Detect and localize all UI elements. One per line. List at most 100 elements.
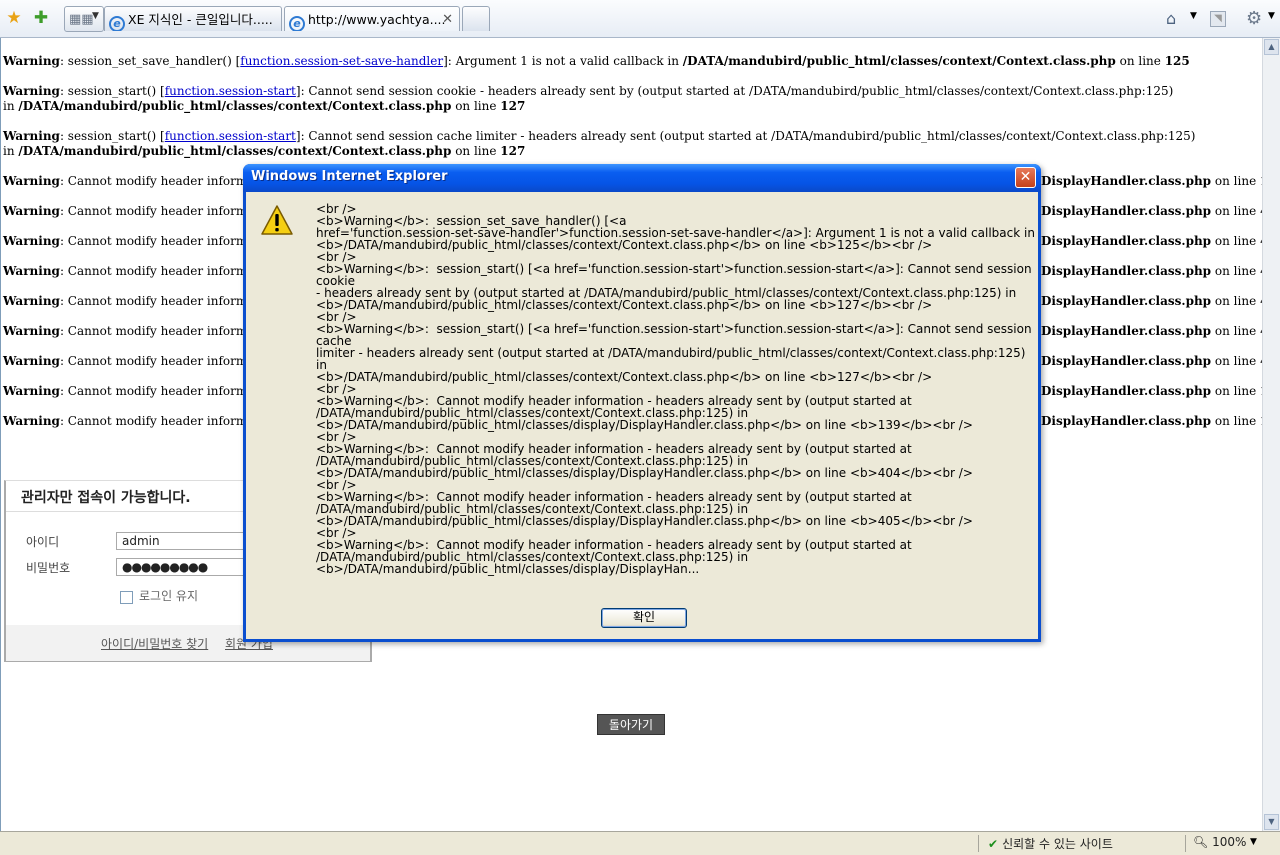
warning-file: DisplayHandler.class.php (1041, 234, 1212, 248)
dialog-titlebar[interactable]: Windows Internet Explorer ✕ (243, 164, 1041, 192)
tab-yachtya[interactable]: e http://www.yachtya.... ✕ (284, 6, 460, 31)
warning-line: 127 (500, 144, 526, 158)
tab-title: XE 지식인 - 큰일입니다..... (128, 12, 273, 27)
warning-label: Warning (3, 324, 60, 338)
warning-text: : session_start() [ (59, 84, 165, 98)
warning-file: DisplayHandler.class.php (1041, 354, 1212, 368)
keep-login-checkbox[interactable] (120, 591, 133, 604)
header-warning-tail: DisplayHandler.class.php on line 418 (1041, 264, 1280, 279)
chevron-down-icon[interactable]: ▼ (1250, 837, 1257, 847)
warning-text: on line (1211, 324, 1260, 338)
login-title: 관리자만 접속이 가능합니다. (21, 490, 191, 506)
header-warning-tail: DisplayHandler.class.php on line 416 (1041, 204, 1280, 219)
warning-text: in (3, 99, 19, 113)
chevron-down-icon: ▼ (92, 11, 99, 21)
php-doc-link[interactable]: function.session-set-save-handler (240, 54, 443, 68)
scrollbar[interactable]: ▲ ▼ (1262, 38, 1280, 831)
php-warning: Warning: session_start() [function.sessi… (3, 84, 1173, 114)
scroll-down-icon[interactable]: ▼ (1264, 814, 1279, 830)
warning-text: ]: Cannot send session cookie - headers … (295, 84, 1174, 98)
keep-login-label[interactable]: 로그인 유지 (139, 587, 198, 604)
warning-text: on line (451, 144, 501, 158)
browser-toolbar: ★ ✚ ▦▦ ▼ e XE 지식인 - 큰일입니다..... e http://ww… (0, 0, 1280, 38)
warning-file: DisplayHandler.class.php (1041, 384, 1212, 398)
php-warning: Warning: session_set_save_handler() [fun… (3, 54, 1190, 69)
warning-label: Warning (3, 204, 60, 218)
quick-tabs-icon: ▦▦ (69, 12, 94, 27)
tab-xe[interactable]: e XE 지식인 - 큰일입니다..... (104, 6, 282, 31)
dialog-message: <br /> <b>Warning</b>: session_set_save_… (316, 202, 1035, 576)
warning-file: DisplayHandler.class.php (1041, 174, 1212, 188)
php-doc-link[interactable]: function.session-start (165, 84, 296, 98)
tab-title: http://www.yachtya.... (308, 12, 446, 27)
warning-label: Warning (3, 264, 60, 278)
header-warning-tail: DisplayHandler.class.php on line 420 (1041, 324, 1280, 339)
chevron-down-icon[interactable]: ▼ (1268, 11, 1275, 21)
warning-label: Warning (3, 84, 60, 98)
header-warning-tail: DisplayHandler.class.php on line 149 (1041, 384, 1280, 399)
warning-label: Warning (3, 234, 60, 248)
warning-file: DisplayHandler.class.php (1041, 204, 1212, 218)
warning-text: : session_start() [ (59, 129, 165, 143)
zoom-level: 100% (1212, 835, 1247, 849)
close-tab-icon[interactable]: ✕ (442, 7, 453, 31)
warning-label: Warning (3, 384, 60, 398)
feeds-icon[interactable]: ◥ (1210, 11, 1226, 27)
add-favorite-icon[interactable]: ✚ (31, 8, 51, 28)
zone-label: 신뢰할 수 있는 사이트 (1002, 837, 1113, 851)
quick-tabs-button[interactable]: ▦▦ ▼ (64, 6, 104, 32)
ie-page-icon: e (109, 16, 125, 31)
header-warning-tail: DisplayHandler.class.php on line 149 (1041, 414, 1280, 429)
password-label: 비밀번호 (26, 561, 71, 575)
status-bar: ✔ 신뢰할 수 있는 사이트 🔍︎ 100% ▼ (0, 831, 1280, 855)
header-warning-tail: DisplayHandler.class.php on line 139 (1041, 174, 1280, 189)
warning-label: Warning (3, 354, 60, 368)
alert-dialog: Windows Internet Explorer ✕ <br /> <b>Wa… (243, 164, 1041, 642)
id-label: 아이디 (26, 535, 60, 549)
warning-text: on line (1211, 414, 1260, 428)
php-doc-link[interactable]: function.session-start (165, 129, 296, 143)
warning-file: DisplayHandler.class.php (1041, 264, 1212, 278)
warning-text: on line (451, 99, 501, 113)
warning-label: Warning (3, 129, 60, 143)
divider (978, 835, 979, 852)
warning-file: /DATA/mandubird/public_html/classes/cont… (682, 54, 1116, 68)
warning-text: on line (1211, 204, 1260, 218)
warning-label: Warning (3, 294, 60, 308)
scroll-up-icon[interactable]: ▲ (1264, 39, 1279, 55)
chevron-down-icon[interactable]: ▼ (1190, 11, 1197, 21)
warning-text: in (3, 144, 19, 158)
dialog-title: Windows Internet Explorer (251, 169, 448, 184)
back-button[interactable]: 돌아가기 (597, 714, 665, 735)
warning-file: DisplayHandler.class.php (1041, 414, 1212, 428)
checkmark-icon: ✔ (988, 837, 999, 851)
warning-text: ]: Cannot send session cache limiter - h… (295, 129, 1196, 143)
new-tab-button[interactable] (462, 6, 490, 31)
favorites-star-icon[interactable]: ★ (4, 8, 24, 28)
warning-text: : session_set_save_handler() [ (59, 54, 241, 68)
warning-file: /DATA/mandubird/public_html/classes/cont… (18, 144, 452, 158)
magnifier-icon: 🔍︎ (1193, 835, 1209, 849)
header-warning-tail: DisplayHandler.class.php on line 417 (1041, 234, 1280, 249)
warning-text: on line (1211, 234, 1260, 248)
find-account-link[interactable]: 아이디/비밀번호 찾기 (101, 635, 208, 652)
warning-text: on line (1211, 174, 1260, 188)
warning-text: on line (1211, 264, 1260, 278)
gear-icon[interactable]: ⚙ (1246, 8, 1262, 29)
header-warning-tail: DisplayHandler.class.php on line 419 (1041, 294, 1280, 309)
header-warning-tail: DisplayHandler.class.php on line 421 (1041, 354, 1280, 369)
warning-label: Warning (3, 414, 60, 428)
php-warning: Warning: session_start() [function.sessi… (3, 129, 1195, 159)
zoom-control[interactable]: 🔍︎ 100% (1193, 835, 1246, 849)
warning-file: /DATA/mandubird/public_html/classes/cont… (18, 99, 452, 113)
warning-text: on line (1211, 354, 1260, 368)
home-icon[interactable]: ⌂ (1166, 9, 1176, 28)
divider (1185, 835, 1186, 852)
warning-icon (261, 205, 293, 235)
warning-line: 125 (1164, 54, 1190, 68)
warning-text: ]: Argument 1 is not a valid callback in (443, 54, 683, 68)
close-icon[interactable]: ✕ (1015, 167, 1036, 188)
security-zone[interactable]: ✔ 신뢰할 수 있는 사이트 (988, 835, 1113, 852)
ok-button[interactable]: 확인 (601, 608, 687, 628)
warning-file: DisplayHandler.class.php (1041, 294, 1212, 308)
